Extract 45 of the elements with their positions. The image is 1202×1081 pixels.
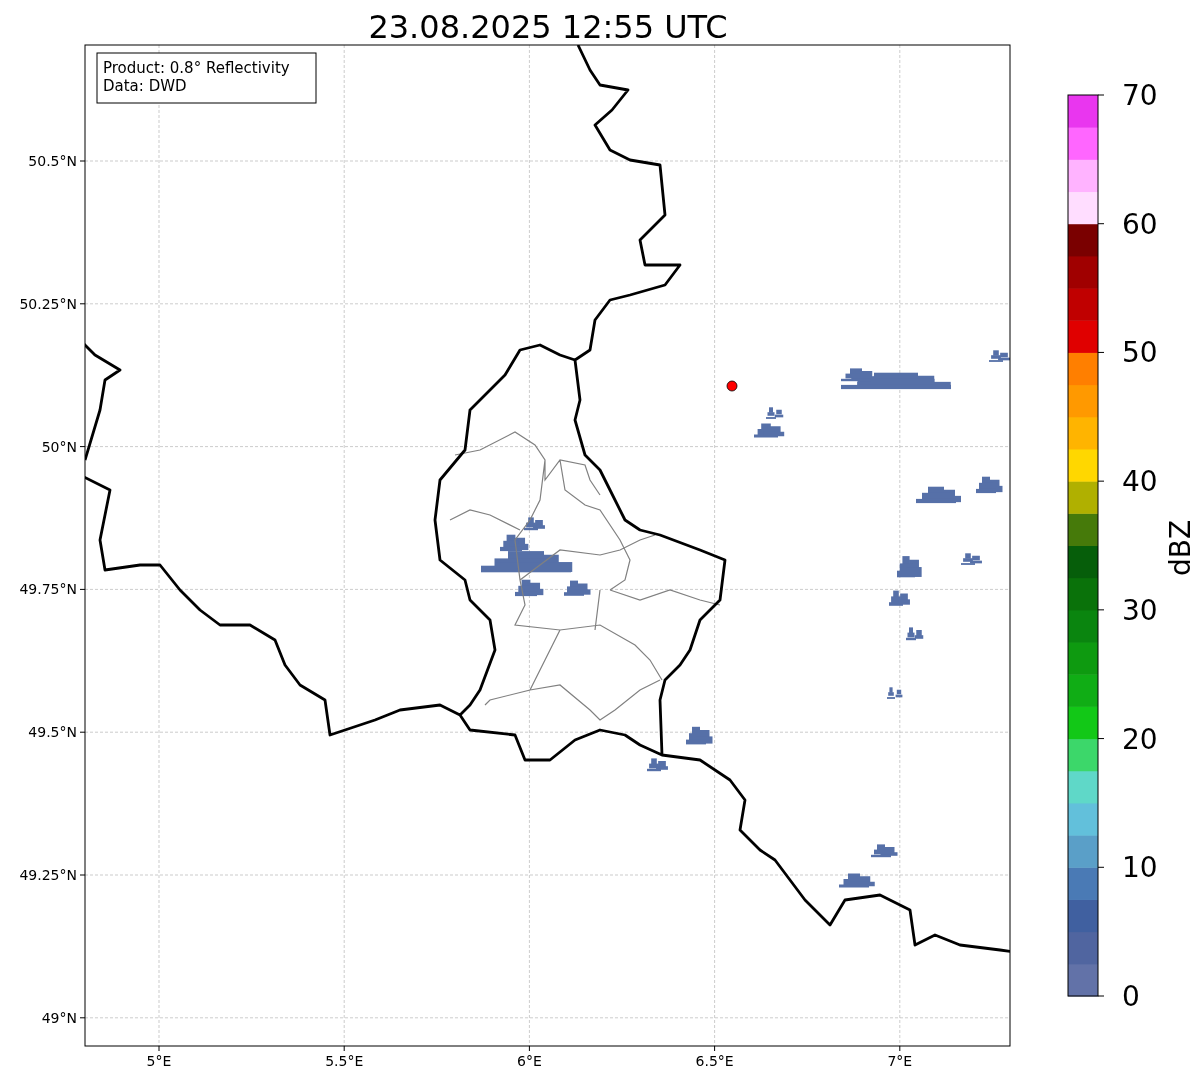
colorbar-tick-label: 10 xyxy=(1122,851,1158,885)
tick-mark xyxy=(79,1017,86,1019)
info-text: Product: 0.8° Reflectivity xyxy=(103,59,290,77)
tick-mark xyxy=(1097,866,1105,868)
axis-tick-label: 5.5°E xyxy=(325,1053,364,1069)
tick-mark xyxy=(79,588,86,590)
tick-mark xyxy=(1097,609,1105,611)
tick-mark xyxy=(714,1045,716,1052)
tick-mark xyxy=(79,160,86,162)
axis-tick-label: 6°E xyxy=(517,1053,542,1069)
tick-mark xyxy=(79,874,86,876)
radar-site-marker xyxy=(726,380,738,392)
axis-tick-label: 50°N xyxy=(41,438,77,455)
axis-tick-label: 7°E xyxy=(887,1053,913,1069)
axis-tick-label: 49.25°N xyxy=(19,867,77,883)
axis-tick-label: 50.25°N xyxy=(19,295,77,312)
tick-mark xyxy=(1097,480,1105,482)
colorbar-tick-label: 0 xyxy=(1122,980,1140,1013)
colorbar-tick-label: 40 xyxy=(1122,465,1158,499)
axis-tick-label: 49°N xyxy=(41,1009,77,1026)
colorbar-tick-label: 60 xyxy=(1122,207,1158,241)
axis-tick-label: 50.5°N xyxy=(28,153,77,169)
tick-mark xyxy=(79,303,86,305)
colorbar-tick-label: 70 xyxy=(1122,79,1158,112)
tick-mark xyxy=(1097,223,1105,225)
colorbar-label: dBZ xyxy=(1164,519,1197,577)
axis-tick-label: 49.5°N xyxy=(28,724,77,741)
tick-mark xyxy=(79,731,86,733)
colorbar-tick-label: 50 xyxy=(1122,336,1158,370)
tick-mark xyxy=(343,1045,345,1052)
tick-mark xyxy=(528,1045,530,1052)
colorbar-tick-label: 30 xyxy=(1122,593,1158,627)
tick-mark xyxy=(1097,738,1105,740)
tick-mark xyxy=(1097,351,1105,353)
tick-mark xyxy=(1097,94,1105,96)
tick-mark xyxy=(899,1045,901,1052)
info-text: Data: DWD xyxy=(103,77,187,95)
axis-tick-label: 49.75°N xyxy=(19,581,77,598)
tick-mark xyxy=(158,1045,160,1052)
axis-tick-label: 6.5°E xyxy=(695,1053,734,1069)
chart-title: 23.08.2025 12:55 UTC xyxy=(368,8,728,46)
axis-tick-label: 5°E xyxy=(146,1053,172,1069)
tick-mark xyxy=(79,446,86,448)
colorbar-tick-label: 20 xyxy=(1122,722,1158,756)
tick-mark xyxy=(1097,995,1105,997)
